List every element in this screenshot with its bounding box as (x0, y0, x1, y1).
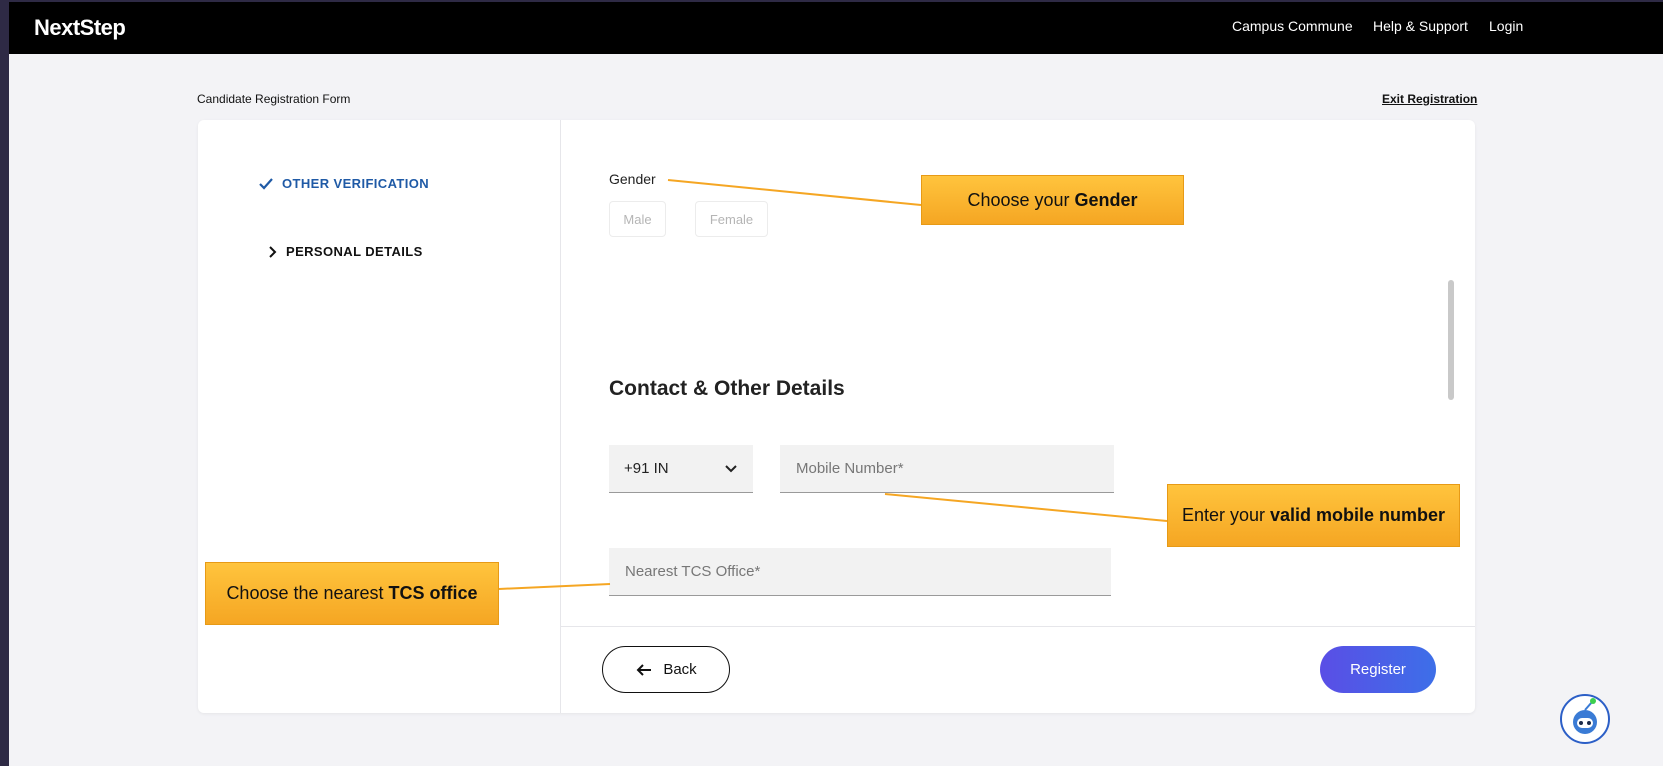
callout-text: Enter your (1181, 505, 1270, 526)
callout-text: Choose your (967, 189, 1075, 210)
callout-text: Choose the nearest (226, 583, 389, 604)
gender-connector (667, 179, 922, 206)
chatbot-icon[interactable] (1560, 694, 1610, 744)
callout-gender: Choose your Gender (921, 175, 1184, 225)
robot-face-icon (1573, 698, 1597, 734)
office-connector (498, 583, 611, 590)
callout-bold-text: valid mobile number (1270, 505, 1446, 526)
callout-bold-text: Gender (1074, 189, 1138, 210)
mobile-connector (884, 493, 1168, 522)
callout-connector-lines (498, 179, 1168, 590)
callout-mobile: Enter your valid mobile number (1167, 484, 1460, 547)
callout-office: Choose the nearest TCS office (205, 562, 499, 625)
callout-bold-text: TCS office (388, 583, 478, 604)
